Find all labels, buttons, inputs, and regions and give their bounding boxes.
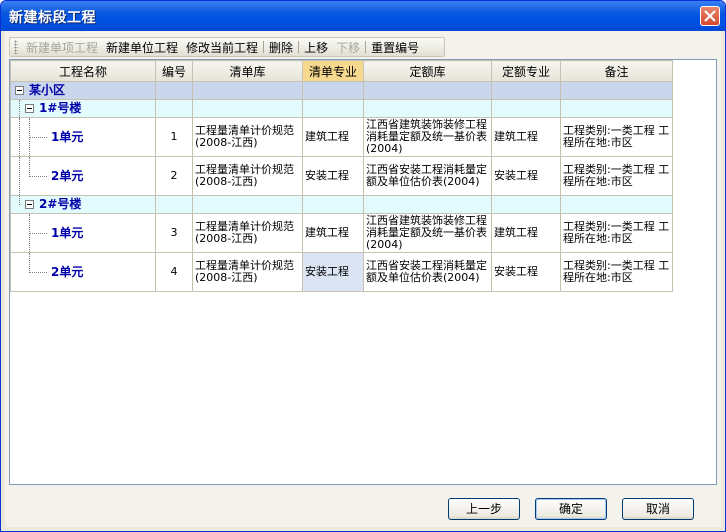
bill-library-cell[interactable]: 工程量清单计价规范(2008-江西) — [192, 213, 303, 253]
tree-cell[interactable]: 1单元 — [10, 213, 156, 254]
collapse-icon[interactable] — [15, 86, 24, 95]
bill-library-cell[interactable]: 工程量清单计价规范(2008-江西) — [192, 252, 303, 292]
bill-major-cell[interactable]: 建筑工程 — [302, 117, 364, 157]
column-header-name[interactable]: 工程名称 — [10, 60, 156, 82]
table-row[interactable]: 2单元 4 工程量清单计价规范(2008-江西) 安装工程 江西省安装工程消耗量… — [10, 252, 673, 292]
quota-library-cell[interactable]: 江西省建筑装饰装修工程消耗量定额及统一基价表(2004) — [363, 117, 492, 157]
quota-major-cell[interactable]: 安装工程 — [491, 252, 561, 292]
tree-cell[interactable]: 2#号楼 — [10, 195, 156, 214]
dialog-body: 新建单项工程 新建单位工程 修改当前工程 删除 上移 下移 重置编号 工程名称 … — [5, 31, 721, 527]
column-header-quota-library[interactable]: 定额库 — [363, 60, 492, 82]
toolbar-separator — [365, 41, 367, 53]
quota-library-cell[interactable]: 江西省安装工程消耗量定额及单位估价表(2004) — [363, 252, 492, 292]
collapse-icon[interactable] — [25, 200, 34, 209]
table-row-group[interactable]: 2#号楼 — [10, 195, 673, 214]
unit-name: 2单元 — [51, 169, 84, 183]
new-unit-project-button[interactable]: 新建单位工程 — [102, 39, 182, 56]
close-icon — [704, 10, 716, 22]
remark-cell[interactable]: 工程类别:一类工程 工程所在地:市区 — [560, 252, 673, 292]
table-row[interactable]: 1单元 1 工程量清单计价规范(2008-江西) 建筑工程 江西省建筑装饰装修工… — [10, 117, 673, 158]
quota-major-cell[interactable]: 安装工程 — [491, 156, 561, 196]
edit-current-project-button[interactable]: 修改当前工程 — [182, 39, 262, 56]
root-name: 某小区 — [29, 83, 66, 97]
table-row-group[interactable]: 1#号楼 — [10, 99, 673, 118]
tree-cell[interactable]: 2单元 — [10, 252, 156, 292]
number-cell[interactable]: 2 — [155, 156, 193, 196]
number-cell[interactable]: 4 — [155, 252, 193, 292]
tree-cell[interactable]: 1#号楼 — [10, 99, 156, 118]
group-name: 1#号楼 — [39, 101, 82, 115]
dialog-footer: 上一步 确定 取消 — [5, 483, 721, 527]
move-up-button[interactable]: 上移 — [300, 39, 332, 56]
remark-cell[interactable]: 工程类别:一类工程 工程所在地:市区 — [560, 117, 673, 157]
remark-cell[interactable]: 工程类别:一类工程 工程所在地:市区 — [560, 156, 673, 196]
bill-library-cell[interactable]: 工程量清单计价规范(2008-江西) — [192, 117, 303, 157]
title-bar[interactable]: 新建标段工程 — [1, 1, 725, 31]
quota-major-cell[interactable]: 建筑工程 — [491, 117, 561, 157]
column-header-bill-library[interactable]: 清单库 — [192, 60, 303, 82]
quota-library-cell[interactable]: 江西省建筑装饰装修工程消耗量定额及统一基价表(2004) — [363, 213, 492, 253]
tree-cell[interactable]: 1单元 — [10, 117, 156, 158]
column-header-quota-major[interactable]: 定额专业 — [491, 60, 561, 82]
reset-numbering-button[interactable]: 重置编号 — [367, 39, 423, 56]
ok-button[interactable]: 确定 — [535, 498, 607, 520]
column-header-remark[interactable]: 备注 — [560, 60, 673, 82]
group-name: 2#号楼 — [39, 197, 82, 211]
bill-major-cell-selected[interactable]: 安装工程 — [302, 252, 364, 292]
prev-step-button[interactable]: 上一步 — [448, 498, 520, 520]
quota-major-cell[interactable]: 建筑工程 — [491, 213, 561, 253]
table-row[interactable]: 2单元 2 工程量清单计价规范(2008-江西) 安装工程 江西省安装工程消耗量… — [10, 156, 673, 197]
tree-cell[interactable]: 2单元 — [10, 156, 156, 197]
toolbar-grip-icon[interactable] — [14, 40, 18, 54]
toolbar: 新建单项工程 新建单位工程 修改当前工程 删除 上移 下移 重置编号 — [9, 37, 445, 57]
unit-name: 1单元 — [51, 226, 84, 240]
bill-major-cell[interactable]: 建筑工程 — [302, 213, 364, 253]
window-title: 新建标段工程 — [9, 10, 96, 26]
bill-library-cell[interactable]: 工程量清单计价规范(2008-江西) — [192, 156, 303, 196]
tree-cell[interactable]: 某小区 — [10, 81, 156, 100]
project-grid: 工程名称 编号 清单库 清单专业 定额库 定额专业 备注 某小区 1#号楼 1单… — [9, 59, 717, 485]
table-row[interactable]: 1单元 3 工程量清单计价规范(2008-江西) 建筑工程 江西省建筑装饰装修工… — [10, 213, 673, 254]
unit-name: 1单元 — [51, 130, 84, 144]
new-single-project-button[interactable]: 新建单项工程 — [22, 39, 102, 56]
collapse-icon[interactable] — [25, 104, 34, 113]
toolbar-separator — [263, 41, 265, 53]
close-button[interactable] — [700, 6, 720, 26]
remark-cell[interactable]: 工程类别:一类工程 工程所在地:市区 — [560, 213, 673, 253]
delete-button[interactable]: 删除 — [265, 39, 297, 56]
table-row-root[interactable]: 某小区 — [10, 81, 673, 100]
unit-name: 2单元 — [51, 265, 84, 279]
toolbar-separator — [298, 41, 300, 53]
column-header-number[interactable]: 编号 — [155, 60, 193, 82]
number-cell[interactable]: 3 — [155, 213, 193, 253]
bill-major-cell[interactable]: 安装工程 — [302, 156, 364, 196]
quota-library-cell[interactable]: 江西省安装工程消耗量定额及单位估价表(2004) — [363, 156, 492, 196]
move-down-button[interactable]: 下移 — [332, 39, 364, 56]
cancel-button[interactable]: 取消 — [622, 498, 694, 520]
column-header-bill-major[interactable]: 清单专业 — [302, 60, 364, 82]
number-cell[interactable]: 1 — [155, 117, 193, 157]
project-table: 工程名称 编号 清单库 清单专业 定额库 定额专业 备注 某小区 1#号楼 1单… — [10, 60, 673, 292]
dialog-window: 新建标段工程 新建单项工程 新建单位工程 修改当前工程 删除 上移 下移 重置编… — [0, 0, 726, 532]
